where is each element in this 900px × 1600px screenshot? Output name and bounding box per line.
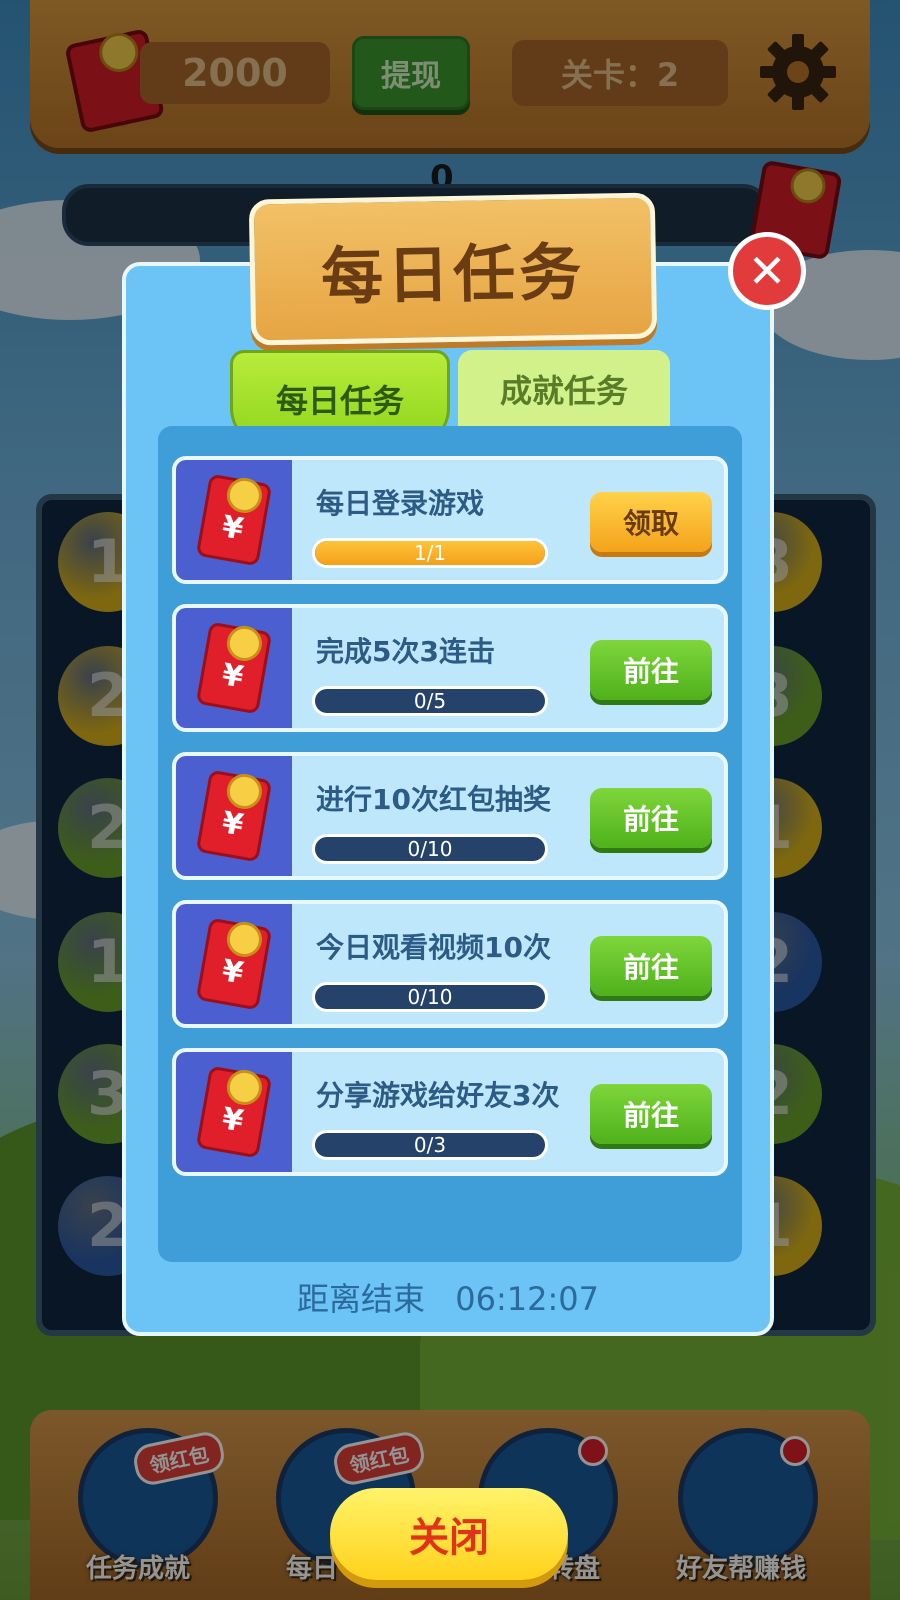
countdown: 距离结束 06:12:07: [122, 1274, 774, 1320]
dialog-title: 每日任务: [248, 192, 658, 346]
red-envelope-icon: ¥: [197, 1067, 271, 1157]
task-go-button[interactable]: 前往: [590, 788, 712, 848]
tab-achievement-tasks[interactable]: 成就任务: [458, 350, 670, 428]
close-button[interactable]: 关闭: [330, 1488, 568, 1580]
task-progress-bar: 1/1: [312, 538, 548, 568]
task-go-button[interactable]: 前往: [590, 640, 712, 700]
task-row: ¥ 分享游戏给好友3次 0/3 前往: [172, 1048, 728, 1176]
task-progress-bar: 0/10: [312, 982, 548, 1012]
countdown-time: 06:12:07: [455, 1280, 599, 1318]
task-claim-button[interactable]: 领取: [590, 492, 712, 552]
task-progress-bar: 0/5: [312, 686, 548, 716]
task-progress-bar: 0/3: [312, 1130, 548, 1160]
task-progress-text: 0/3: [413, 1133, 447, 1157]
task-progress-text: 0/5: [413, 689, 447, 713]
task-go-button[interactable]: 前往: [590, 936, 712, 996]
task-title: 分享游戏给好友3次: [316, 1079, 560, 1112]
task-icon-bg: ¥: [176, 460, 292, 580]
task-progress-text: 0/10: [407, 985, 453, 1009]
task-progress-text: 1/1: [413, 541, 447, 565]
countdown-label: 距离结束: [297, 1280, 426, 1318]
task-row: ¥ 进行10次红包抽奖 0/10 前往: [172, 752, 728, 880]
task-progress-text: 0/10: [407, 837, 453, 861]
task-icon-bg: ¥: [176, 1052, 292, 1172]
task-title: 进行10次红包抽奖: [316, 783, 551, 816]
task-row: ¥ 完成5次3连击 0/5 前往: [172, 604, 728, 732]
task-icon-bg: ¥: [176, 756, 292, 876]
task-go-button[interactable]: 前往: [590, 1084, 712, 1144]
task-row: ¥ 今日观看视频10次 0/10 前往: [172, 900, 728, 1028]
red-envelope-icon: ¥: [197, 623, 271, 713]
close-icon[interactable]: ✕: [728, 232, 806, 310]
task-row: ¥ 每日登录游戏 1/1 领取: [172, 456, 728, 584]
red-envelope-icon: ¥: [197, 771, 271, 861]
red-envelope-icon: ¥: [197, 919, 271, 1009]
task-title: 今日观看视频10次: [316, 931, 551, 964]
task-icon-bg: ¥: [176, 904, 292, 1024]
task-icon-bg: ¥: [176, 608, 292, 728]
red-envelope-icon: ¥: [197, 475, 271, 565]
task-progress-bar: 0/10: [312, 834, 548, 864]
task-title: 完成5次3连击: [316, 635, 495, 668]
task-title: 每日登录游戏: [316, 487, 485, 520]
